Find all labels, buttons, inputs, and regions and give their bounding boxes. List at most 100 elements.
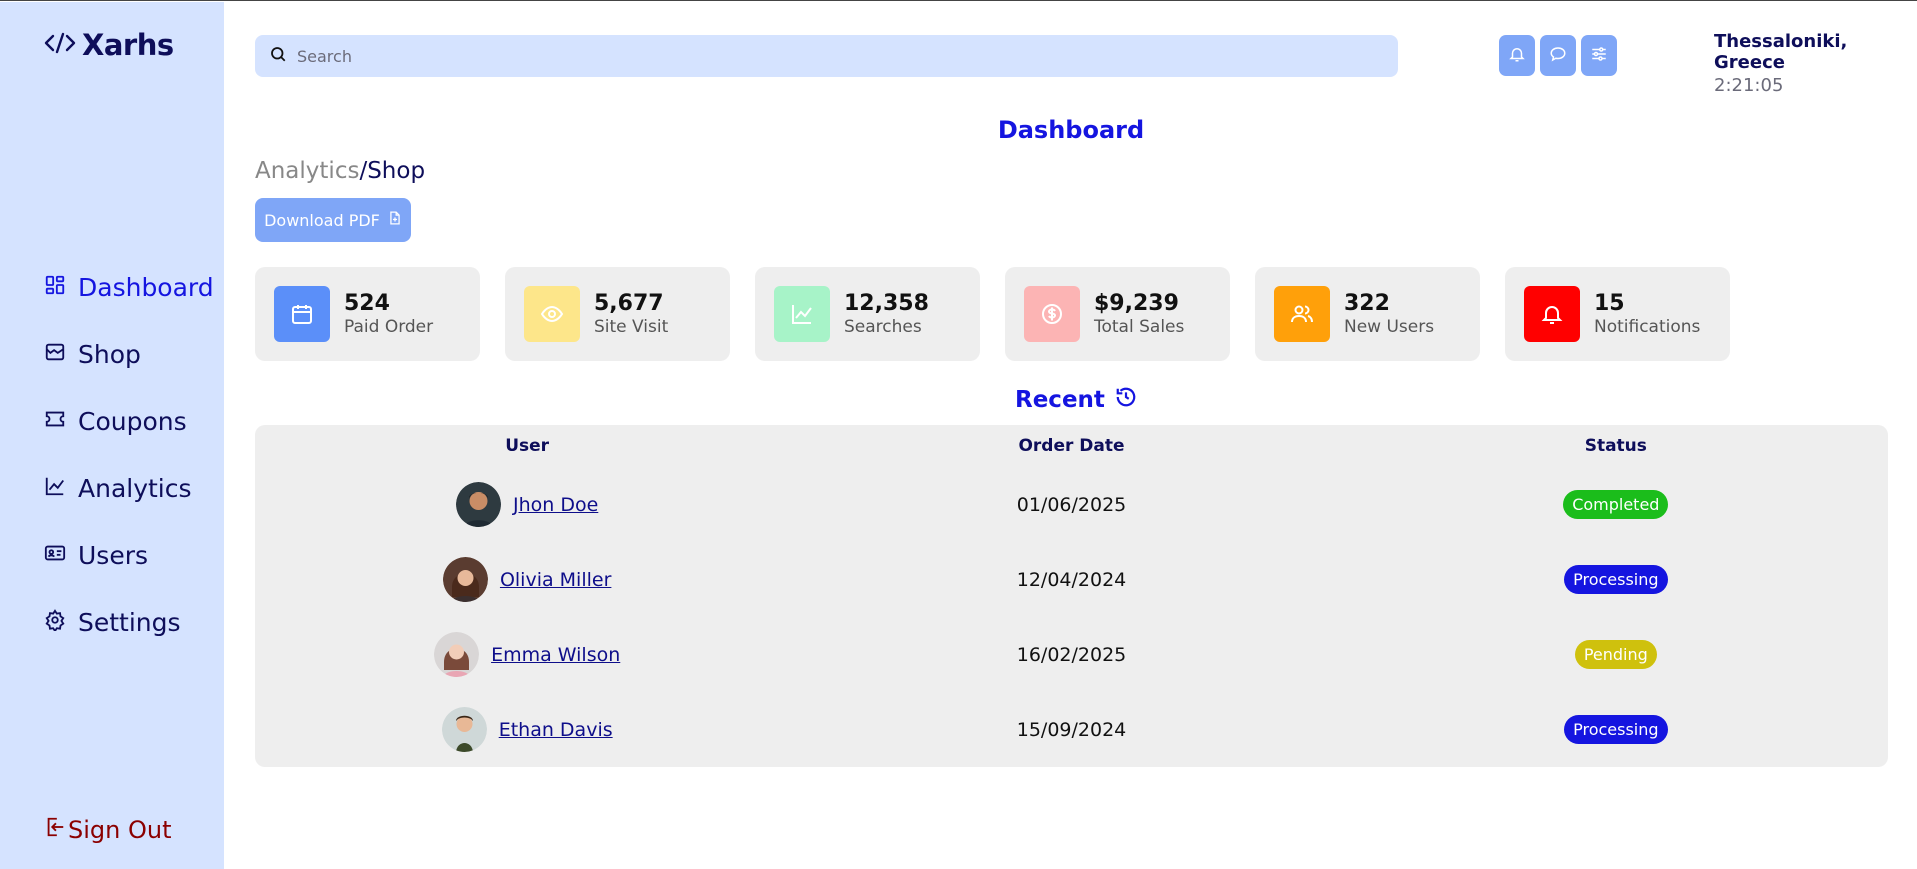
avatar <box>456 482 502 527</box>
column-header-order-date: Order Date <box>1018 436 1125 456</box>
file-icon <box>388 210 402 230</box>
gear-icon <box>44 608 66 637</box>
location-time: 2:21:05 <box>1714 75 1784 96</box>
status-badge: Pending <box>1574 640 1657 669</box>
stat-cards: 524 Paid Order 5,677 Site Visit 12,358 Sear… <box>255 267 1730 361</box>
stat-card-new-users: 322 New Users <box>1255 267 1480 361</box>
stat-label: New Users <box>1344 317 1435 337</box>
recent-heading: Recent <box>1015 386 1137 414</box>
user-link[interactable]: Jhon Doe <box>513 494 598 516</box>
order-date: 01/06/2025 <box>1016 493 1127 516</box>
column-header-status: Status <box>1584 436 1647 456</box>
user-link[interactable]: Emma Wilson <box>491 644 620 666</box>
stat-value: 5,677 <box>594 291 664 316</box>
sidebar-item-dashboard[interactable]: Dashboard <box>44 254 214 321</box>
sign-out-label: Sign Out <box>68 816 172 844</box>
history-icon <box>1115 386 1137 414</box>
eye-icon <box>524 286 580 342</box>
sliders-icon <box>1590 45 1608 67</box>
avatar <box>442 557 488 602</box>
stat-label: Site Visit <box>594 317 669 337</box>
breadcrumb: Analytics/Shop <box>255 158 425 184</box>
download-pdf-label: Download PDF <box>264 210 380 230</box>
dashboard-icon <box>44 273 66 302</box>
sign-out-icon <box>44 816 66 844</box>
stat-card-searches: 12,358 Searches <box>755 267 980 361</box>
recent-title: Recent <box>1015 387 1105 413</box>
brand-logo[interactable]: Xarhs <box>44 28 174 62</box>
stat-label: Notifications <box>1594 317 1701 337</box>
stat-label: Paid Order <box>344 317 434 337</box>
brand-name: Xarhs <box>82 28 174 62</box>
stat-value: 524 <box>344 291 390 316</box>
sidebar-item-analytics[interactable]: Analytics <box>44 455 214 522</box>
user-link[interactable]: Olivia Miller <box>500 569 611 591</box>
location-clock: Thessaloniki, Greece 2:21:05 <box>1714 31 1917 96</box>
stat-value: 12,358 <box>844 291 929 316</box>
chat-icon <box>1549 45 1567 67</box>
filters-button[interactable] <box>1581 35 1617 76</box>
order-date: 16/02/2025 <box>1016 643 1127 666</box>
analytics-icon <box>44 474 66 503</box>
stat-card-paid-order: 524 Paid Order <box>255 267 480 361</box>
search-bar[interactable] <box>255 35 1398 77</box>
users-icon <box>44 541 66 570</box>
sidebar-item-shop[interactable]: Shop <box>44 321 214 388</box>
shop-icon <box>44 340 66 369</box>
status-badge: Processing <box>1564 565 1668 594</box>
sidebar-item-coupons[interactable]: Coupons <box>44 388 214 455</box>
user-link[interactable]: Ethan Davis <box>499 719 613 741</box>
bell-icon <box>1508 45 1526 67</box>
user-cell: Olivia Miller <box>255 557 799 602</box>
user-cell: Jhon Doe <box>255 482 799 527</box>
stat-label: Searches <box>844 317 922 337</box>
avatar <box>441 707 487 752</box>
code-icon <box>44 31 76 59</box>
sidebar-item-settings[interactable]: Settings <box>44 589 214 656</box>
table-row: Jhon Doe 01/06/2025 Completed <box>255 467 1888 542</box>
user-cell: Ethan Davis <box>255 707 799 752</box>
breadcrumb-current: Shop <box>367 158 426 184</box>
location-city: Thessaloniki, Greece <box>1714 31 1848 73</box>
sidebar-nav: Dashboard Shop Coupons Analytics Users S… <box>44 254 214 656</box>
user-cell: Emma Wilson <box>255 632 799 677</box>
sidebar-item-label: Analytics <box>78 474 192 503</box>
table-row: Emma Wilson 16/02/2025 Pending <box>255 617 1888 692</box>
table-row: Olivia Miller 12/04/2024 Processing <box>255 542 1888 617</box>
avatar <box>434 632 480 677</box>
sidebar-item-label: Shop <box>78 340 141 369</box>
column-header-user: User <box>505 436 550 456</box>
users-icon <box>1274 286 1330 342</box>
stat-value: 322 <box>1344 291 1390 316</box>
status-badge: Processing <box>1564 715 1668 744</box>
status-badge: Completed <box>1563 490 1669 519</box>
coupon-icon <box>44 407 66 436</box>
stat-card-notifications: 15 Notifications <box>1505 267 1730 361</box>
sidebar-item-label: Settings <box>78 608 181 637</box>
toolbar-icons <box>1499 35 1617 76</box>
stat-card-total-sales: $9,239 Total Sales <box>1005 267 1230 361</box>
page-title: Dashboard <box>997 116 1145 144</box>
sign-out-button[interactable]: Sign Out <box>44 816 172 844</box>
order-date: 15/09/2024 <box>1016 718 1127 741</box>
search-input[interactable] <box>297 46 1377 66</box>
messages-button[interactable] <box>1540 35 1576 76</box>
notifications-button[interactable] <box>1499 35 1535 76</box>
breadcrumb-parent[interactable]: Analytics <box>255 158 359 184</box>
order-date: 12/04/2024 <box>1016 568 1127 591</box>
stat-value: $9,239 <box>1094 291 1179 316</box>
table-header: User Order Date Status <box>255 425 1888 467</box>
dollar-icon <box>1024 286 1080 342</box>
stat-label: Total Sales <box>1094 317 1185 337</box>
table-row: Ethan Davis 15/09/2024 Processing <box>255 692 1888 767</box>
sidebar-item-label: Coupons <box>78 407 187 436</box>
sidebar-item-users[interactable]: Users <box>44 522 214 589</box>
sidebar-item-label: Users <box>78 541 149 570</box>
chart-icon <box>774 286 830 342</box>
sidebar-item-label: Dashboard <box>78 273 214 302</box>
recent-orders-table: User Order Date Status Jhon Doe 01/06/20… <box>255 425 1888 767</box>
stat-value: 15 <box>1594 291 1625 316</box>
bell-icon <box>1524 286 1580 342</box>
download-pdf-button[interactable]: Download PDF <box>255 198 411 242</box>
calendar-icon <box>274 286 330 342</box>
